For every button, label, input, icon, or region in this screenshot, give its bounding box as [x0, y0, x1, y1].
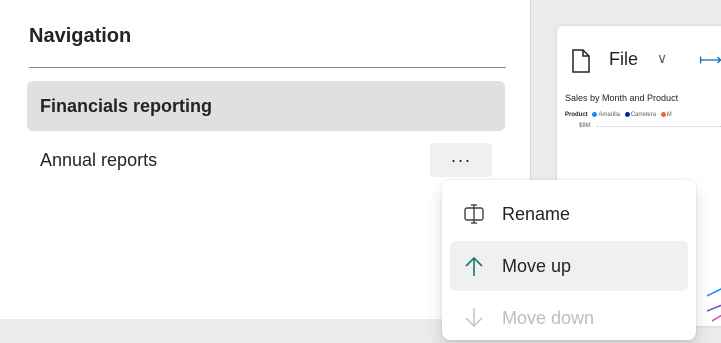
gridline — [597, 126, 721, 127]
nav-item-label: Annual reports — [40, 149, 158, 170]
menu-item-move-down: Move down — [450, 293, 688, 343]
file-menu-button[interactable]: File — [609, 49, 638, 70]
chart-title: Sales by Month and Product — [565, 93, 679, 103]
menu-item-label: Rename — [502, 203, 571, 224]
y-axis-tick: $8M — [579, 123, 591, 129]
nav-item-financials-reporting[interactable]: Financials reporting — [27, 81, 505, 131]
more-icon: ··· — [450, 149, 472, 170]
menu-item-label: Move up — [502, 255, 572, 276]
chart-lines — [707, 288, 721, 322]
report-toolbar: File ∨ ⟼ — [557, 26, 721, 86]
legend-item: Amarilla — [598, 112, 621, 119]
divider — [29, 67, 506, 68]
file-icon — [571, 49, 591, 78]
legend-item: Carretera — [630, 112, 657, 119]
legend-title: Product — [565, 112, 588, 119]
legend-item: M — [666, 112, 672, 119]
arrow-up-icon — [462, 255, 486, 277]
legend-dot — [592, 112, 598, 117]
menu-item-label: Move down — [502, 307, 595, 328]
context-menu: Rename Move up Move down — [442, 180, 696, 340]
legend-dot — [624, 112, 630, 117]
rename-icon — [462, 203, 486, 225]
navigation-title: Navigation — [29, 25, 132, 47]
arrow-down-icon — [462, 307, 486, 329]
legend-dot — [660, 112, 666, 117]
chart-legend: Product Amarilla Carretera M — [565, 112, 672, 118]
more-options-button[interactable]: ··· — [430, 143, 492, 177]
menu-item-rename[interactable]: Rename — [450, 189, 688, 239]
fit-width-icon[interactable]: ⟼ — [699, 50, 721, 70]
nav-item-label: Financials reporting — [40, 95, 213, 116]
chevron-down-icon[interactable]: ∨ — [657, 50, 667, 67]
menu-item-move-up[interactable]: Move up — [450, 241, 688, 291]
